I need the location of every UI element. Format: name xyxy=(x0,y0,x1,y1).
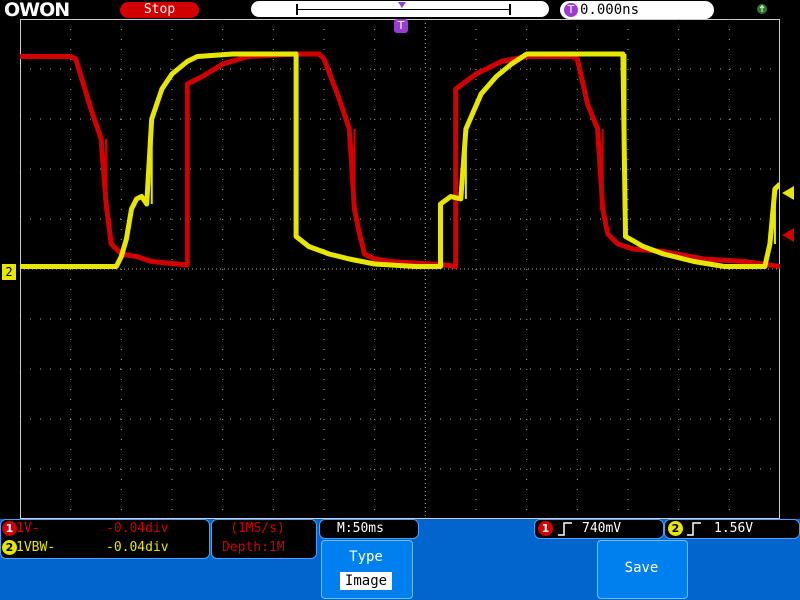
run-stop-indicator[interactable]: Stop xyxy=(120,2,199,18)
ch1-trigger-level-marker xyxy=(782,228,794,242)
ch1-badge: 1 xyxy=(2,521,17,536)
waveform-traces xyxy=(20,51,780,269)
ch1-offset: -0.04div xyxy=(106,521,169,536)
sample-rate: (1MS/s) xyxy=(230,521,285,536)
graticule-grid xyxy=(20,19,780,519)
timeline-trigger-pointer xyxy=(398,2,406,8)
trigger-position-value: 0.000ns xyxy=(580,2,640,18)
rising-edge-icon xyxy=(558,522,572,536)
timebase-value: M:50ms xyxy=(337,521,384,536)
owon-logo: OWON xyxy=(4,0,70,21)
ch2-ground-marker: 2 xyxy=(1,263,17,281)
ch2-trigger-level: 1.56V xyxy=(714,521,754,536)
ch1-trigger-level: 740mV xyxy=(582,521,622,536)
ch2-coupling: 1VBW- xyxy=(16,540,56,555)
trigger-position-icon: T xyxy=(564,3,578,17)
waveform-display xyxy=(20,19,780,519)
trace-line xyxy=(20,51,780,269)
trace-ch2 xyxy=(20,51,780,269)
ch2-trigger-badge: 2 xyxy=(668,521,683,536)
rising-edge-icon xyxy=(687,522,701,536)
ch2-offset: -0.04div xyxy=(106,540,169,555)
trigger-time-marker: T xyxy=(394,19,408,33)
trace-line xyxy=(20,51,780,269)
type-softkey-value[interactable]: Image xyxy=(340,572,392,590)
ch1-trigger-badge: 1 xyxy=(538,521,553,536)
save-softkey-label: Save xyxy=(624,560,659,576)
timeline-left-bracket xyxy=(296,4,298,15)
timeline-track xyxy=(296,9,510,10)
type-softkey-label: Type xyxy=(349,549,383,565)
trace-ch1 xyxy=(20,51,780,269)
ch2-badge: 2 xyxy=(2,540,17,555)
ch1-coupling: 1V- xyxy=(16,521,40,536)
usb-icon xyxy=(757,4,767,14)
ch2-trigger-level-marker xyxy=(782,186,794,200)
memory-depth: Depth:1M xyxy=(222,540,285,555)
timeline-right-bracket xyxy=(509,4,511,15)
